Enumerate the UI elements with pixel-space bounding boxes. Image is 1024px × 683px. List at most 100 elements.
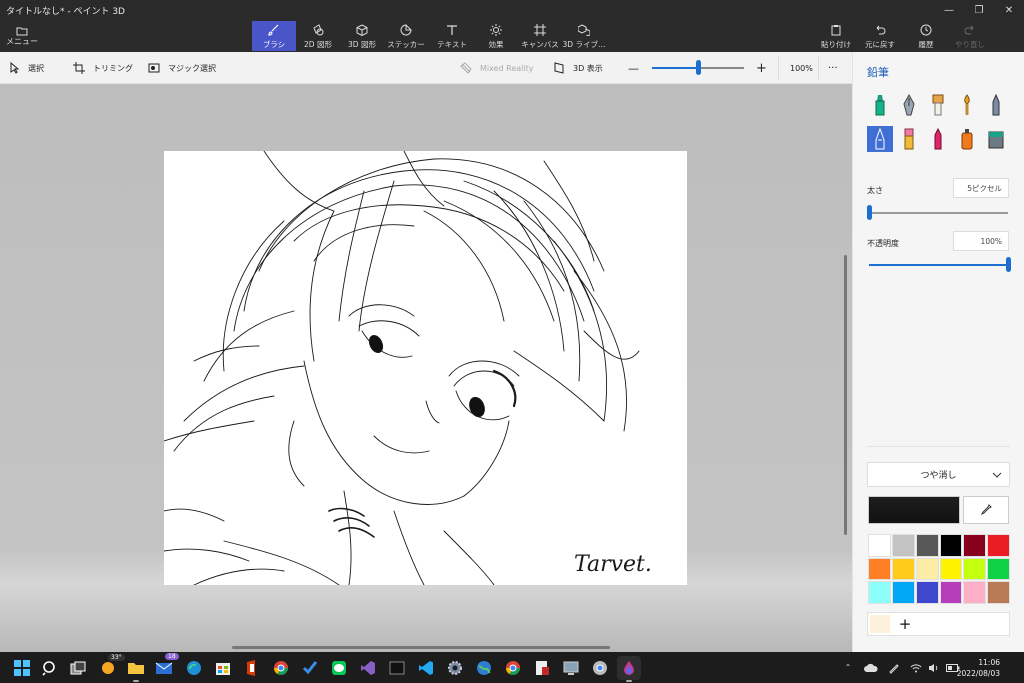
color-swatch[interactable] <box>939 534 963 557</box>
taskbar-chrome-3[interactable] <box>588 656 612 680</box>
magic-select-button[interactable]: マジック選択 <box>148 52 216 84</box>
tool-stickers[interactable]: ステッカー <box>384 21 428 51</box>
color-swatch[interactable] <box>868 534 891 557</box>
color-swatch[interactable] <box>963 581 987 604</box>
minimize-button[interactable]: — <box>934 0 964 20</box>
add-color-button[interactable]: + <box>894 613 916 635</box>
view-3d-button[interactable]: 3D 表示 <box>553 52 603 84</box>
zoom-in-button[interactable]: + <box>756 52 767 84</box>
eyedropper-button[interactable] <box>963 496 1009 524</box>
taskbar-chrome[interactable] <box>269 656 293 680</box>
color-swatch[interactable] <box>915 557 939 581</box>
brush-fill[interactable] <box>983 126 1009 152</box>
volume-icon[interactable] <box>928 663 940 673</box>
tool-text[interactable]: テキスト <box>430 21 474 51</box>
mixed-reality-icon <box>460 62 472 74</box>
chevron-up-icon[interactable]: ⌃ <box>840 663 856 672</box>
paste-button[interactable]: 貼り付け <box>814 21 858 51</box>
pen-icon[interactable] <box>888 662 900 674</box>
history-button[interactable]: 履歴 <box>904 21 948 51</box>
tool-effects[interactable]: 効果 <box>474 21 518 51</box>
brush-watercolor[interactable] <box>954 92 980 118</box>
color-swatch[interactable] <box>939 581 963 604</box>
onedrive-icon[interactable] <box>864 663 878 673</box>
taskbar-mail[interactable]: 18 <box>152 653 179 680</box>
monitor-icon <box>563 661 579 675</box>
color-swatch[interactable] <box>915 534 939 557</box>
brush-spray[interactable] <box>954 126 980 152</box>
taskbar-weather[interactable]: 33° <box>96 654 125 680</box>
color-swatch[interactable] <box>891 581 915 604</box>
clock[interactable]: 11:06 2022/08/03 <box>950 657 1000 679</box>
more-options-button[interactable]: ··· <box>828 52 838 84</box>
redo-button[interactable]: やり直し <box>948 21 992 51</box>
brush-eraser[interactable] <box>896 126 922 152</box>
restore-button[interactable]: ❐ <box>964 0 994 20</box>
taskbar-office[interactable] <box>240 656 264 680</box>
taskbar-visual-studio[interactable] <box>356 656 380 680</box>
tool-3d-shapes[interactable]: 3D 図形 <box>340 21 384 51</box>
menu-button[interactable]: メニュー <box>4 22 40 50</box>
color-swatch[interactable] <box>987 581 1010 604</box>
task-view-button[interactable] <box>66 656 90 680</box>
zoom-out-button[interactable]: — <box>628 52 639 84</box>
color-swatch[interactable] <box>868 581 891 604</box>
brush-calligraphy[interactable] <box>896 92 922 118</box>
taskbar-explorer[interactable] <box>124 656 148 682</box>
size-slider-thumb[interactable] <box>867 205 872 220</box>
color-swatch[interactable] <box>868 557 891 581</box>
current-color[interactable] <box>868 496 960 524</box>
opacity-slider-thumb[interactable] <box>1006 257 1011 272</box>
brush-crayon[interactable] <box>925 126 951 152</box>
size-field[interactable]: 5ピクセル <box>953 178 1009 198</box>
brush-marker[interactable] <box>867 92 893 118</box>
crop-button[interactable]: トリミング <box>73 52 133 84</box>
zoom-level[interactable]: 100% <box>790 52 813 84</box>
taskbar-monitor-app[interactable] <box>559 656 583 680</box>
taskbar-edge[interactable] <box>182 656 206 680</box>
taskbar-settings[interactable] <box>443 656 467 680</box>
taskbar-todo[interactable] <box>298 656 322 680</box>
wifi-icon[interactable] <box>910 663 922 673</box>
custom-color-swatch[interactable] <box>870 615 890 633</box>
color-swatch[interactable] <box>915 581 939 604</box>
color-swatch[interactable] <box>939 557 963 581</box>
taskbar-terminal[interactable] <box>385 656 409 680</box>
finish-dropdown[interactable]: つや消し <box>867 462 1010 487</box>
taskbar-line[interactable] <box>327 656 351 680</box>
zoom-slider-thumb[interactable] <box>696 60 701 75</box>
tool-3d-library[interactable]: 3D ライブ… <box>562 21 606 51</box>
tool-brush[interactable]: ブラシ <box>252 21 296 51</box>
taskbar-chrome-2[interactable] <box>501 656 525 680</box>
opacity-field[interactable]: 100% <box>953 231 1009 251</box>
taskbar-vscode[interactable] <box>414 656 438 680</box>
color-swatch[interactable] <box>987 534 1010 557</box>
color-swatch[interactable] <box>891 534 915 557</box>
select-button[interactable]: 選択 <box>10 52 44 84</box>
size-slider-track[interactable] <box>869 212 1008 214</box>
tool-2d-shapes[interactable]: 2D 図形 <box>296 21 340 51</box>
brush-oil[interactable] <box>925 92 951 118</box>
mixed-reality-button[interactable]: Mixed Reality <box>460 52 534 84</box>
tool-label: 3D ライブ… <box>562 39 606 49</box>
undo-button[interactable]: 元に戻す <box>858 21 902 51</box>
brush-pencil[interactable] <box>983 92 1009 118</box>
close-button[interactable]: ✕ <box>994 0 1024 20</box>
taskbar-search[interactable] <box>38 656 62 680</box>
color-swatch[interactable] <box>891 557 915 581</box>
tool-canvas[interactable]: キャンバス <box>518 21 562 51</box>
custom-colors: + <box>867 612 1010 636</box>
taskbar-globe-app[interactable] <box>472 656 496 680</box>
brush-pencil-selected[interactable] <box>867 126 893 152</box>
vertical-scrollbar[interactable] <box>844 255 847 535</box>
taskbar-image-app[interactable] <box>530 656 554 680</box>
color-swatch[interactable] <box>963 557 987 581</box>
opacity-slider-fill <box>869 264 1008 266</box>
horizontal-scrollbar[interactable] <box>232 646 610 649</box>
taskbar-paint-3d[interactable] <box>617 656 641 682</box>
color-swatch[interactable] <box>987 557 1010 581</box>
start-button[interactable] <box>10 656 34 680</box>
drawing-canvas[interactable]: Tarvet. <box>164 151 687 585</box>
taskbar-store[interactable] <box>211 656 235 680</box>
color-swatch[interactable] <box>963 534 987 557</box>
